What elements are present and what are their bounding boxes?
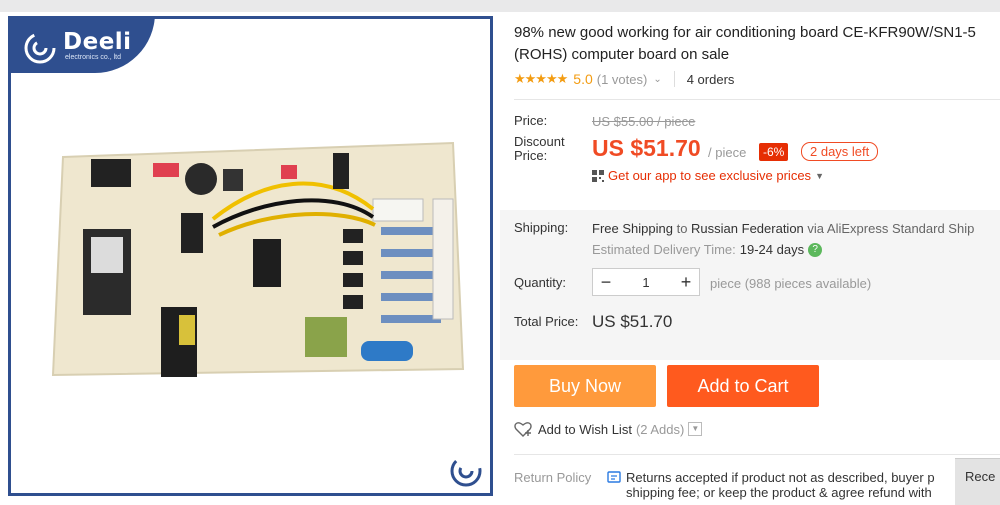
qr-code-icon xyxy=(592,169,604,182)
quantity-stepper[interactable]: − 1 + xyxy=(592,268,700,296)
recently-viewed-tab[interactable]: Rece xyxy=(955,458,1000,505)
watermark-logo-icon xyxy=(450,455,482,487)
orders-count: 4 orders xyxy=(686,71,735,87)
deeli-logo-icon xyxy=(24,32,56,64)
buy-now-button[interactable]: Buy Now xyxy=(514,365,656,407)
return-policy-icon xyxy=(607,471,621,483)
rating-row: ★★★★★ 5.0 (1 votes) ⌄ 4 orders xyxy=(514,71,734,87)
est-delivery-days: 19-24 days xyxy=(739,242,805,257)
quantity-label: Quantity: xyxy=(514,275,567,290)
original-price: US $55.00 / piece xyxy=(592,114,696,129)
return-policy-text: Returns accepted if product not as descr… xyxy=(626,470,935,500)
product-page: Deeli electronics co., ltd 98% new good … xyxy=(0,12,1000,505)
current-price: US $51.70 xyxy=(592,135,701,161)
product-title: 98% new good working for air conditionin… xyxy=(514,22,1000,66)
chevron-down-icon[interactable]: ▼ xyxy=(688,422,703,436)
shipping-to-text: to xyxy=(676,221,688,236)
return-policy-line-1: Returns accepted if product not as descr… xyxy=(626,470,935,485)
price-label: Price: xyxy=(514,113,548,128)
check-circle-icon[interactable]: ? xyxy=(808,242,823,257)
price-unit: / piece xyxy=(708,145,747,160)
return-policy-label: Return Policy xyxy=(514,470,592,485)
estimated-delivery: Estimated Delivery Time: 19-24 days ? xyxy=(592,242,823,257)
divider xyxy=(673,71,675,87)
app-promo-text[interactable]: Get our app to see exclusive prices xyxy=(608,168,811,183)
title-line-2: (ROHS) computer board on sale xyxy=(514,46,730,63)
wish-count: (2 Adds) xyxy=(635,421,685,437)
increase-quantity-button[interactable]: + xyxy=(673,272,699,293)
decrease-quantity-button[interactable]: − xyxy=(593,272,619,293)
rating-score[interactable]: 5.0 xyxy=(573,71,592,87)
return-policy-line-2: shipping fee; or keep the product & agre… xyxy=(626,485,932,500)
discount-price-label: Discount Price: xyxy=(514,134,565,163)
est-delivery-label: Estimated Delivery Time: xyxy=(592,242,736,257)
divider xyxy=(514,454,1000,455)
free-shipping-text: Free Shipping xyxy=(592,221,673,236)
heart-icon xyxy=(514,422,532,437)
shipping-destination[interactable]: Russian Federation xyxy=(691,221,804,236)
availability-text: piece (988 pieces available) xyxy=(710,276,872,291)
title-line-1: 98% new good working for air conditionin… xyxy=(514,24,976,41)
add-to-cart-button[interactable]: Add to Cart xyxy=(667,365,819,407)
divider xyxy=(514,99,1000,100)
shipping-info[interactable]: Free Shipping to Russian Federation via … xyxy=(592,221,974,236)
chevron-down-icon[interactable]: ⌄ xyxy=(653,74,661,85)
wish-list-label[interactable]: Add to Wish List xyxy=(538,422,632,437)
total-price-label: Total Price: xyxy=(514,314,579,329)
app-promo-link[interactable]: Get our app to see exclusive prices ▼ xyxy=(592,168,824,183)
votes-count[interactable]: (1 votes) xyxy=(597,72,648,87)
circuit-board-image xyxy=(51,141,465,377)
star-icon: ★★★★★ xyxy=(514,71,568,86)
add-to-wish-list[interactable]: Add to Wish List (2 Adds) ▼ xyxy=(514,421,703,437)
total-price: US $51.70 xyxy=(592,312,673,331)
shipping-method[interactable]: via AliExpress Standard Ship xyxy=(807,221,974,236)
shipping-label: Shipping: xyxy=(514,220,569,235)
brand-tagline: electronics co., ltd xyxy=(65,54,122,61)
brand-name: Deeli xyxy=(63,29,132,55)
days-left-badge: 2 days left xyxy=(801,142,879,161)
product-details: 98% new good working for air conditionin… xyxy=(500,12,1000,505)
caret-down-icon: ▼ xyxy=(815,170,824,181)
discount-badge: -6% xyxy=(759,143,789,161)
product-image-panel[interactable]: Deeli electronics co., ltd xyxy=(8,16,493,496)
quantity-input[interactable]: 1 xyxy=(619,275,673,290)
